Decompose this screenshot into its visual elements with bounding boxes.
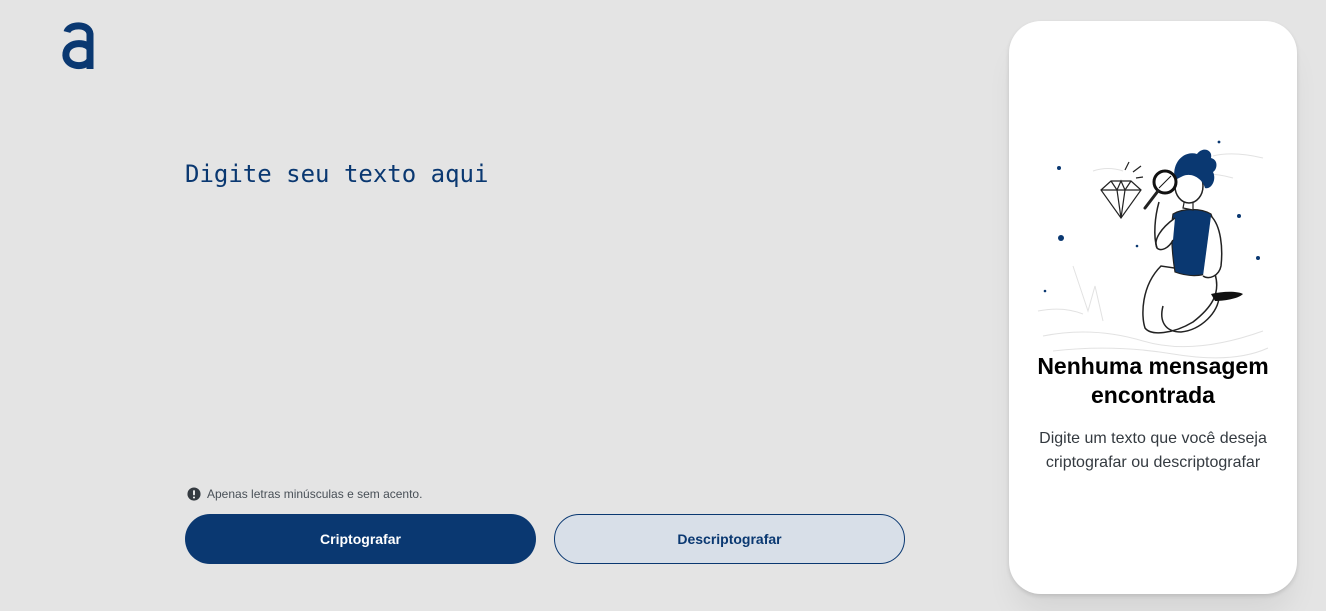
output-panel: Nenhuma mensagem encontrada Digite um te… — [1009, 21, 1297, 594]
hint-text: Apenas letras minúsculas e sem acento. — [207, 487, 423, 501]
person-with-magnifying-glass-illustration — [1037, 140, 1269, 359]
message-input[interactable] — [185, 160, 905, 460]
logo-icon — [62, 22, 94, 70]
no-message-title: Nenhuma mensagem encontrada — [1037, 353, 1269, 408]
input-hint: Apenas letras minúsculas e sem acento. — [187, 487, 422, 501]
exclamation-circle-icon — [187, 487, 201, 501]
decrypt-button[interactable]: Descriptografar — [554, 514, 905, 564]
encrypt-button[interactable]: Criptografar — [185, 514, 536, 564]
no-message-description: Digite um texto que você deseja criptogr… — [1039, 430, 1267, 471]
